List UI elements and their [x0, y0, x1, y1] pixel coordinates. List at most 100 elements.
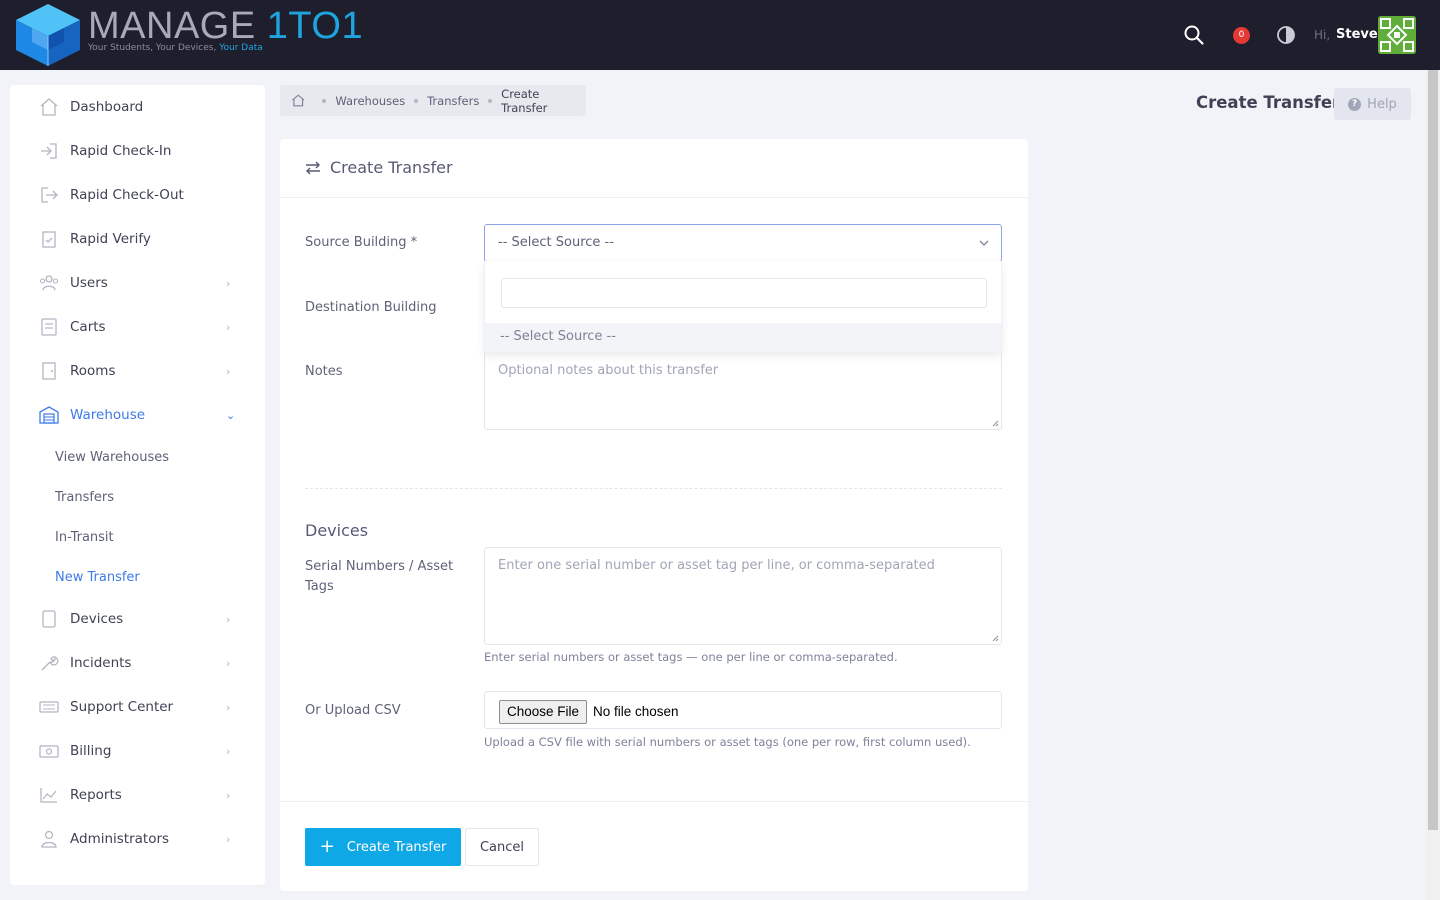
help-button-label: Help: [1367, 96, 1397, 112]
sidebar-item-rapid-check-out[interactable]: Rapid Check-Out: [10, 173, 265, 217]
sidebar-item-label: Incidents: [70, 655, 132, 671]
choose-file-button[interactable]: Choose File: [499, 700, 588, 724]
breadcrumb-transfers[interactable]: Transfers: [427, 94, 479, 108]
sidebar-item-incidents[interactable]: Incidents ›: [10, 641, 265, 685]
destination-building-label: Destination Building: [305, 300, 437, 315]
notification-badge[interactable]: 0: [1233, 27, 1250, 44]
avatar[interactable]: [1378, 16, 1416, 54]
sidebar-item-label: Reports: [70, 787, 122, 803]
sidebar-subitem-view-warehouses[interactable]: View Warehouses: [55, 450, 169, 465]
serial-numbers-textarea[interactable]: Enter one serial number or asset tag per…: [484, 547, 1002, 645]
search-icon[interactable]: [1183, 24, 1205, 46]
sidebar-item-dashboard[interactable]: Dashboard: [10, 85, 265, 129]
breadcrumb-warehouses[interactable]: Warehouses: [335, 94, 405, 108]
devices-section-title: Devices: [305, 521, 369, 540]
chevron-right-icon: ›: [226, 700, 231, 714]
sidebar-item-rooms[interactable]: Rooms ›: [10, 349, 265, 393]
help-button[interactable]: ? Help: [1334, 88, 1411, 120]
create-transfer-button[interactable]: + Create Transfer: [305, 828, 461, 866]
chart-icon: [40, 788, 57, 803]
resize-handle-icon[interactable]: [991, 634, 999, 642]
question-icon: ?: [1348, 97, 1362, 111]
sidebar-item-label: Rapid Verify: [70, 231, 151, 247]
sidebar-subitem-in-transit[interactable]: In-Transit: [55, 530, 114, 545]
card-header: Create Transfer: [280, 139, 1028, 198]
logo-cube-icon: [16, 4, 80, 66]
ticket-icon: [39, 701, 59, 713]
transfer-arrows-icon: [306, 161, 320, 175]
chevron-right-icon: ›: [226, 320, 231, 334]
avatar-pattern-icon: [1378, 16, 1416, 54]
card-footer-divider: [280, 801, 1028, 802]
warehouse-icon: [39, 406, 59, 424]
sidebar-item-label: Administrators: [70, 831, 170, 847]
cancel-button[interactable]: Cancel: [465, 828, 539, 866]
plus-icon: +: [319, 836, 335, 857]
sidebar-item-users[interactable]: Users ›: [10, 261, 265, 305]
chevron-right-icon: ›: [226, 656, 231, 670]
breadcrumb-separator: [488, 98, 493, 103]
sidebar-item-label: Billing: [70, 743, 112, 759]
breadcrumb-separator: [322, 98, 327, 103]
logo-wordmark: MANAGE 1TO1: [88, 5, 364, 47]
dropdown-search-input[interactable]: [501, 278, 987, 308]
sidebar-item-carts[interactable]: Carts ›: [10, 305, 265, 349]
sidebar-item-label: Users: [70, 275, 108, 291]
csv-file-input[interactable]: Choose File No file chosen: [484, 691, 1002, 729]
source-building-select[interactable]: -- Select Source --: [484, 224, 1002, 262]
home-icon: [40, 98, 58, 116]
select-value: -- Select Source --: [498, 235, 614, 250]
serial-numbers-label: Serial Numbers / Asset Tags: [305, 557, 453, 597]
vertical-scrollbar[interactable]: [1426, 70, 1440, 900]
dropdown-option[interactable]: -- Select Source --: [485, 323, 1001, 352]
sidebar-item-label: Dashboard: [70, 99, 144, 115]
chevron-right-icon: ›: [226, 788, 231, 802]
chevron-right-icon: ›: [226, 276, 231, 290]
scrollbar-thumb[interactable]: [1428, 70, 1438, 830]
serial-help-text: Enter serial numbers or asset tags — one…: [484, 650, 898, 664]
sidebar-item-rapid-check-in[interactable]: Rapid Check-In: [10, 129, 265, 173]
chevron-right-icon: ›: [226, 832, 231, 846]
sidebar-item-label: Rooms: [70, 363, 116, 379]
sidebar-item-label: Carts: [70, 319, 106, 335]
theme-toggle-icon[interactable]: [1276, 25, 1296, 45]
serial-label-line: Tags: [305, 579, 334, 594]
sidebar-item-administrators[interactable]: Administrators ›: [10, 817, 265, 861]
sidebar-item-label: Support Center: [70, 699, 174, 715]
money-icon: [39, 745, 59, 758]
chevron-right-icon: ›: [226, 364, 231, 378]
file-status: No file chosen: [593, 704, 679, 719]
sidebar-item-billing[interactable]: Billing ›: [10, 729, 265, 773]
admin-icon: [41, 830, 57, 848]
sidebar-subitem-transfers[interactable]: Transfers: [55, 490, 114, 505]
sidebar-item-label: Rapid Check-In: [70, 143, 172, 159]
sidebar-item-support-center[interactable]: Support Center ›: [10, 685, 265, 729]
door-icon: [42, 362, 56, 380]
sidebar-item-reports[interactable]: Reports ›: [10, 773, 265, 817]
user-name[interactable]: Steve: [1336, 27, 1378, 42]
top-header: MANAGE 1TO1 Your Students, Your Devices,…: [0, 0, 1440, 70]
serial-label-line: Serial Numbers / Asset: [305, 559, 454, 574]
csv-help-text: Upload a CSV file with serial numbers or…: [484, 735, 971, 749]
sidebar-item-rapid-verify[interactable]: Rapid Verify: [10, 217, 265, 261]
resize-handle-icon[interactable]: [991, 419, 999, 427]
card-title: Create Transfer: [330, 158, 453, 177]
notes-textarea[interactable]: Optional notes about this transfer: [484, 352, 1002, 430]
sign-in-icon: [41, 143, 57, 159]
home-icon[interactable]: [291, 93, 305, 108]
create-transfer-button-label: Create Transfer: [346, 839, 447, 855]
source-dropdown-panel: -- Select Source --: [484, 261, 1002, 353]
chevron-down-icon: ⌄: [226, 408, 236, 422]
csv-upload-label: Or Upload CSV: [305, 703, 401, 718]
section-divider: [305, 488, 1002, 489]
chevron-right-icon: ›: [226, 612, 231, 626]
sidebar-subitem-new-transfer[interactable]: New Transfer: [55, 570, 140, 585]
sidebar-item-warehouse[interactable]: Warehouse ⌄: [10, 393, 265, 437]
notes-label: Notes: [305, 364, 343, 379]
sidebar-item-label: Warehouse: [70, 407, 146, 423]
app-logo[interactable]: MANAGE 1TO1 Your Students, Your Devices,…: [10, 0, 363, 70]
sidebar-item-devices[interactable]: Devices ›: [10, 597, 265, 641]
sidebar-item-label: Devices: [70, 611, 124, 627]
sidebar-item-label: Rapid Check-Out: [70, 187, 184, 203]
tablet-icon: [42, 610, 56, 628]
